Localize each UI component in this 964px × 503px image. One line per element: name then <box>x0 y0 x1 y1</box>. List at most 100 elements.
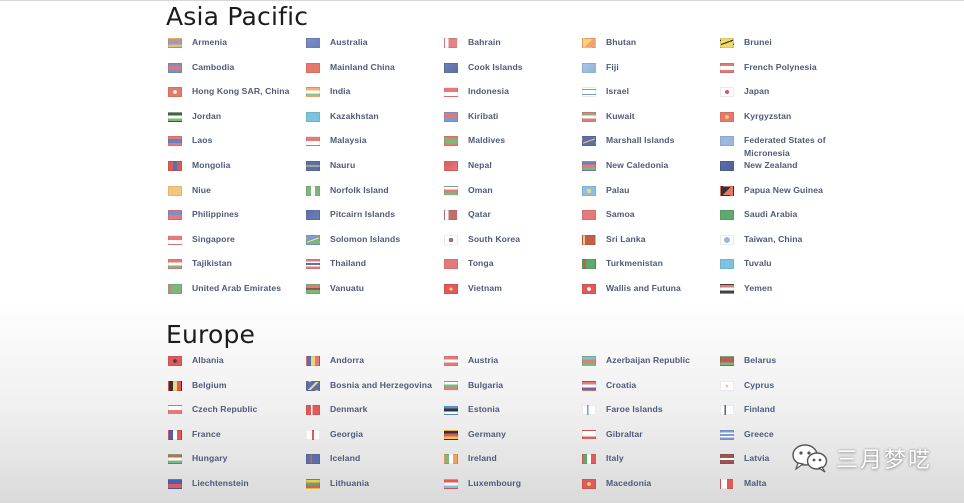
country-link-bahrain[interactable]: Bahrain <box>444 35 582 60</box>
country-link-italy[interactable]: Italy <box>582 451 720 476</box>
country-link-indonesia[interactable]: Indonesia <box>444 84 582 109</box>
country-link-finland[interactable]: Finland <box>720 402 858 427</box>
country-link-pitcairn-islands[interactable]: Pitcairn Islands <box>306 207 444 232</box>
country-link-jordan[interactable]: Jordan <box>168 109 306 134</box>
flag-icon <box>582 356 596 366</box>
country-link-solomon-islands[interactable]: Solomon Islands <box>306 232 444 257</box>
country-link-india[interactable]: India <box>306 84 444 109</box>
country-link-denmark[interactable]: Denmark <box>306 402 444 427</box>
country-link-macedonia[interactable]: Macedonia <box>582 476 720 501</box>
country-link-qatar[interactable]: Qatar <box>444 207 582 232</box>
country-link-iceland[interactable]: Iceland <box>306 451 444 476</box>
country-link-tuvalu[interactable]: Tuvalu <box>720 256 858 281</box>
country-link-samoa[interactable]: Samoa <box>582 207 720 232</box>
country-link-belarus[interactable]: Belarus <box>720 353 858 378</box>
flag-icon <box>582 87 596 98</box>
country-link-lithuania[interactable]: Lithuania <box>306 476 444 501</box>
country-link-south-korea[interactable]: South Korea <box>444 232 582 257</box>
country-link-kyrgyzstan[interactable]: Kyrgyzstan <box>720 109 858 134</box>
flag-icon <box>306 136 320 147</box>
country-name: Lithuania <box>330 477 370 488</box>
country-link-bosnia-and-herzegovina[interactable]: Bosnia and Herzegovina <box>306 378 444 403</box>
country-link-mongolia[interactable]: Mongolia <box>168 158 306 183</box>
country-link-germany[interactable]: Germany <box>444 427 582 452</box>
country-link-albania[interactable]: Albania <box>168 353 306 378</box>
country-link-ireland[interactable]: Ireland <box>444 451 582 476</box>
country-link-new-caledonia[interactable]: New Caledonia <box>582 158 720 183</box>
flag-icon <box>306 87 320 98</box>
country-link-yemen[interactable]: Yemen <box>720 281 858 306</box>
country-link-malta[interactable]: Malta <box>720 476 858 501</box>
country-link-nepal[interactable]: Nepal <box>444 158 582 183</box>
country-name: Armenia <box>192 37 228 47</box>
watermark-text: 三月梦呓 <box>836 448 933 473</box>
country-name: Pitcairn Islands <box>330 209 396 220</box>
country-link-faroe-islands[interactable]: Faroe Islands <box>582 402 720 427</box>
country-link-australia[interactable]: Australia <box>306 35 444 60</box>
country-link-croatia[interactable]: Croatia <box>582 378 720 403</box>
country-link-tajikistan[interactable]: Tajikistan <box>168 256 306 281</box>
country-link-philippines[interactable]: Philippines <box>168 207 306 232</box>
country-link-saudi-arabia[interactable]: Saudi Arabia <box>720 207 858 232</box>
country-link-brunei[interactable]: Brunei <box>720 35 858 60</box>
country-link-hong-kong-sar-china[interactable]: Hong Kong SAR, China <box>168 84 306 109</box>
country-link-cambodia[interactable]: Cambodia <box>168 60 306 85</box>
country-name: Faroe Islands <box>606 404 663 415</box>
country-link-thailand[interactable]: Thailand <box>306 256 444 281</box>
country-link-palau[interactable]: Palau <box>582 183 720 208</box>
country-link-new-zealand[interactable]: New Zealand <box>720 158 858 183</box>
country-link-vietnam[interactable]: Vietnam <box>444 281 582 306</box>
country-link-fiji[interactable]: Fiji <box>582 60 720 85</box>
country-link-bhutan[interactable]: Bhutan <box>582 35 720 60</box>
country-link-laos[interactable]: Laos <box>168 133 306 158</box>
country-name: Papua New Guinea <box>744 184 823 195</box>
country-link-azerbaijan-republic[interactable]: Azerbaijan Republic <box>582 353 720 378</box>
country-link-hungary[interactable]: Hungary <box>168 451 306 476</box>
country-link-united-arab-emirates[interactable]: United Arab Emirates <box>168 281 306 306</box>
country-link-norfolk-island[interactable]: Norfolk Island <box>306 183 444 208</box>
country-link-kiribati[interactable]: Kiribati <box>444 109 582 134</box>
country-link-gibraltar[interactable]: Gibraltar <box>582 427 720 452</box>
country-link-papua-new-guinea[interactable]: Papua New Guinea <box>720 183 858 208</box>
country-link-andorra[interactable]: Andorra <box>306 353 444 378</box>
country-link-federated-states-of-micronesia[interactable]: Federated States of Micronesia <box>720 133 858 158</box>
country-link-french-polynesia[interactable]: French Polynesia <box>720 60 858 85</box>
country-link-israel[interactable]: Israel <box>582 84 720 109</box>
country-link-oman[interactable]: Oman <box>444 183 582 208</box>
country-link-cook-islands[interactable]: Cook Islands <box>444 60 582 85</box>
country-link-sri-lanka[interactable]: Sri Lanka <box>582 232 720 257</box>
country-link-belgium[interactable]: Belgium <box>168 378 306 403</box>
country-name: Liechtenstein <box>192 477 249 488</box>
country-link-malaysia[interactable]: Malaysia <box>306 133 444 158</box>
country-name: Estonia <box>468 404 500 415</box>
country-link-kuwait[interactable]: Kuwait <box>582 109 720 134</box>
country-link-maldives[interactable]: Maldives <box>444 133 582 158</box>
country-link-niue[interactable]: Niue <box>168 183 306 208</box>
country-link-bulgaria[interactable]: Bulgaria <box>444 378 582 403</box>
country-link-kazakhstan[interactable]: Kazakhstan <box>306 109 444 134</box>
country-link-cyprus[interactable]: Cyprus <box>720 378 858 403</box>
country-link-singapore[interactable]: Singapore <box>168 232 306 257</box>
country-link-georgia[interactable]: Georgia <box>306 427 444 452</box>
country-link-czech-republic[interactable]: Czech Republic <box>168 402 306 427</box>
country-link-estonia[interactable]: Estonia <box>444 402 582 427</box>
country-link-liechtenstein[interactable]: Liechtenstein <box>168 476 306 501</box>
country-name: Maldives <box>468 135 506 146</box>
country-link-turkmenistan[interactable]: Turkmenistan <box>582 256 720 281</box>
country-name: Marshall Islands <box>606 135 675 146</box>
country-link-armenia[interactable]: Armenia <box>168 35 306 60</box>
country-link-japan[interactable]: Japan <box>720 84 858 109</box>
country-name: Palau <box>606 184 630 195</box>
country-link-marshall-islands[interactable]: Marshall Islands <box>582 133 720 158</box>
country-link-vanuatu[interactable]: Vanuatu <box>306 281 444 306</box>
country-link-mainland-china[interactable]: Mainland China <box>306 60 444 85</box>
country-link-taiwan-china[interactable]: Taiwan, China <box>720 232 858 257</box>
country-link-nauru[interactable]: Nauru <box>306 158 444 183</box>
country-link-france[interactable]: France <box>168 427 306 452</box>
country-link-luxembourg[interactable]: Luxembourg <box>444 476 582 501</box>
country-name: Taiwan, China <box>744 233 803 244</box>
country-link-tonga[interactable]: Tonga <box>444 256 582 281</box>
country-link-austria[interactable]: Austria <box>444 353 582 378</box>
flag-icon <box>168 185 182 196</box>
country-link-wallis-and-futuna[interactable]: Wallis and Futuna <box>582 281 720 306</box>
